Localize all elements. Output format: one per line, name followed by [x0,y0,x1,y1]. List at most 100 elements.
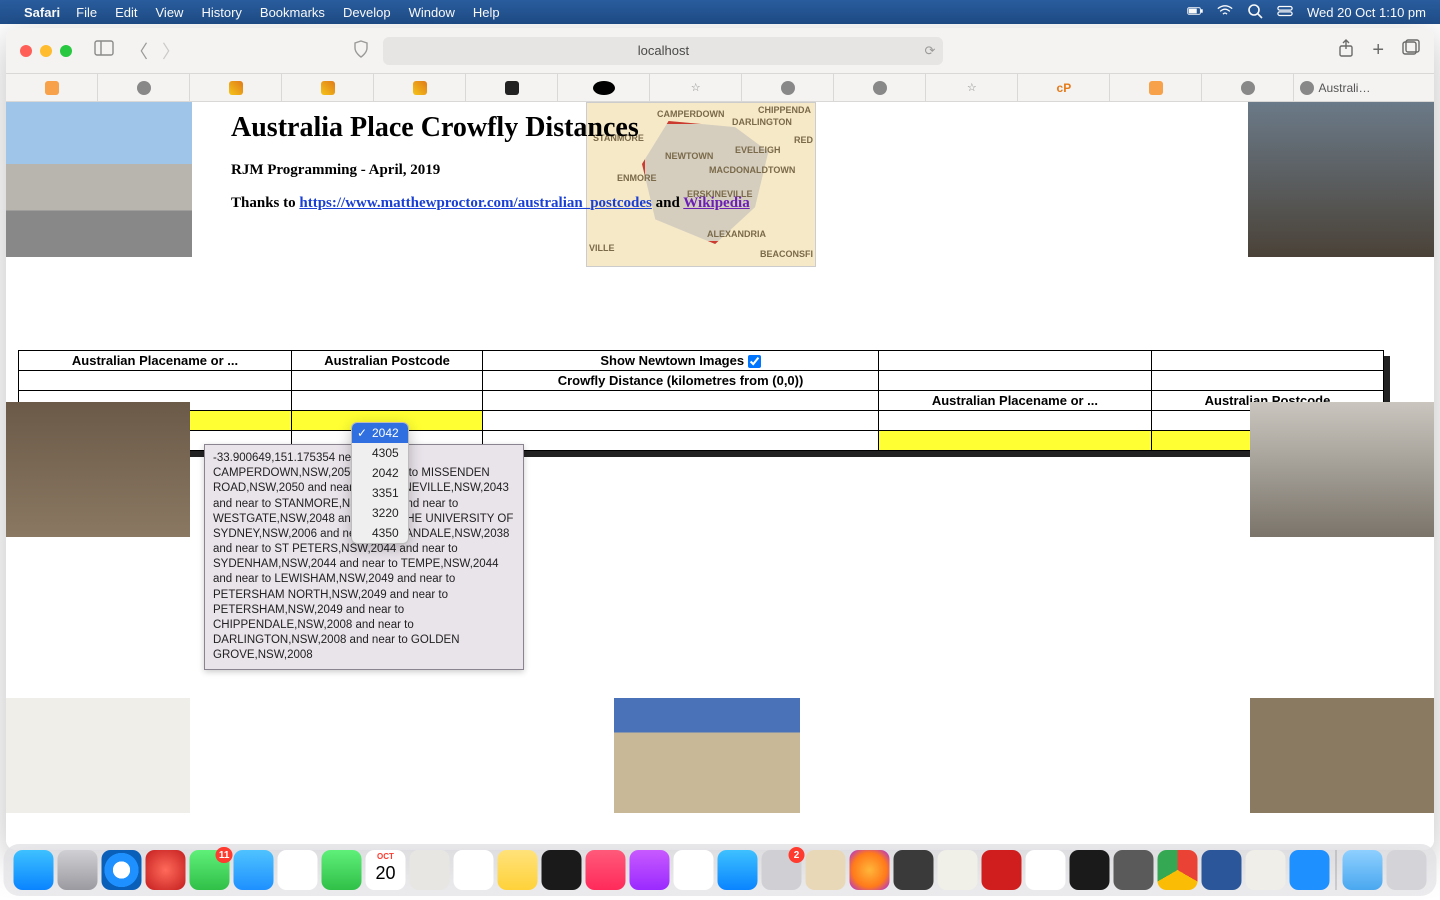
forward-button[interactable]: 〉 [162,38,180,64]
dock-app-appstore[interactable] [718,850,758,890]
new-tab-icon[interactable]: + [1372,39,1384,62]
favorite-11[interactable]: ☆ [926,74,1018,101]
favorite-12[interactable]: cP [1018,74,1110,101]
dock-app-notes[interactable] [498,850,538,890]
dropdown-option[interactable]: 4350 [352,523,408,543]
dock-app-launchpad[interactable] [58,850,98,890]
menu-bookmarks[interactable]: Bookmarks [260,5,325,20]
zoom-window-button[interactable] [60,45,72,57]
dock-app-podcasts[interactable] [630,850,670,890]
favorite-13[interactable] [1110,74,1202,101]
cell-empty [483,391,879,411]
dock-app-safari[interactable] [102,850,142,890]
band-image-right [1250,402,1434,537]
page-title: Australia Place Crowfly Distances [231,112,750,144]
col-postcode-left: Australian Postcode [292,351,483,371]
dock-app-terminal[interactable] [1070,850,1110,890]
dropdown-option[interactable]: 2042 [352,463,408,483]
dock-app-calculator[interactable] [894,850,934,890]
dock-app-opera[interactable] [146,850,186,890]
lower-image-middle [614,698,800,813]
postcode-dropdown[interactable]: 2042 4305 2042 3351 3220 4350 [351,422,409,544]
battery-icon[interactable] [1187,3,1203,22]
dock-app-xcode[interactable] [1290,850,1330,890]
dock-app-settings[interactable]: 2 [762,850,802,890]
spotlight-icon[interactable] [1247,3,1263,22]
favorite-current[interactable]: Australi… [1294,74,1433,101]
dock-app-chrome[interactable] [1158,850,1198,890]
dock-app-mail[interactable] [234,850,274,890]
dock-app-reminders[interactable] [454,850,494,890]
privacy-shield-icon[interactable] [353,40,369,61]
dock-app-facetime[interactable] [322,850,362,890]
active-app-name[interactable]: Safari [24,5,60,20]
dropdown-option[interactable]: 4305 [352,443,408,463]
reload-icon[interactable]: ⟳ [925,43,936,59]
menu-view[interactable]: View [156,5,184,20]
thanks-prefix: Thanks to [231,195,299,211]
dock-app-filezilla[interactable] [982,850,1022,890]
dock-app-textedit[interactable] [938,850,978,890]
sidebar-toggle-icon[interactable] [94,40,114,61]
dock-app-mamp[interactable] [1114,850,1154,890]
dock-app-firefox[interactable] [850,850,890,890]
tab-overview-icon[interactable] [1402,39,1420,62]
wifi-icon[interactable] [1217,3,1233,22]
dock-app-news[interactable] [674,850,714,890]
safari-window: 〈 〉 localhost ⟳ + ☆ ☆ [6,28,1434,850]
dock-app-trash[interactable] [1387,850,1427,890]
control-center-icon[interactable] [1277,3,1293,22]
dropdown-option[interactable]: 3220 [352,503,408,523]
favorite-9[interactable] [742,74,834,101]
favorite-4[interactable] [282,74,374,101]
dock-app-messages[interactable]: 11 [190,850,230,890]
postcodes-link[interactable]: https://www.matthewproctor.com/australia… [299,195,652,211]
dock-app-notepad[interactable] [1246,850,1286,890]
dock-app-contacts[interactable] [410,850,450,890]
dock-app-photos[interactable] [278,850,318,890]
dropdown-option[interactable]: 2042 [352,423,408,443]
menubar-clock[interactable]: Wed 20 Oct 1:10 pm [1307,5,1426,20]
favorite-7[interactable] [558,74,650,101]
wikipedia-link[interactable]: Wikipedia [683,195,749,211]
back-button[interactable]: 〈 [130,38,148,64]
favorite-14[interactable] [1202,74,1294,101]
minimize-window-button[interactable] [40,45,52,57]
macos-dock: 11 OCT20 2 [4,844,1437,896]
macos-menubar: Safari File Edit View History Bookmarks … [0,0,1440,24]
lower-image-left [6,698,190,813]
cell-empty [19,371,292,391]
favorite-10[interactable] [834,74,926,101]
menu-history[interactable]: History [201,5,241,20]
dock-app-folder[interactable] [1343,850,1383,890]
hero-image-right [1248,102,1434,257]
favorite-1[interactable] [6,74,98,101]
menu-edit[interactable]: Edit [115,5,137,20]
favorite-5[interactable] [374,74,466,101]
dock-app-word[interactable] [1202,850,1242,890]
map-label: ALEXANDRIA [707,229,766,239]
menu-develop[interactable]: Develop [343,5,391,20]
dock-app-calendar[interactable]: OCT20 [366,850,406,890]
dropdown-option[interactable]: 3351 [352,483,408,503]
favorite-2[interactable] [98,74,190,101]
col-show-images-label: Show Newtown Images [600,353,744,368]
distance-table-wrap: Australian Placename or ... Australian P… [18,350,1384,451]
dock-app-bold[interactable] [1026,850,1066,890]
menu-file[interactable]: File [76,5,97,20]
favorite-3[interactable] [190,74,282,101]
lower-image-right [1250,698,1434,813]
address-bar[interactable]: localhost ⟳ [383,37,943,65]
favorite-8[interactable]: ☆ [650,74,742,101]
dock-app-palette[interactable] [806,850,846,890]
dock-app-finder[interactable] [14,850,54,890]
favorite-6[interactable] [466,74,558,101]
dock-app-music[interactable] [586,850,626,890]
placename-input-right[interactable] [878,431,1151,451]
menu-window[interactable]: Window [409,5,455,20]
menu-help[interactable]: Help [473,5,500,20]
share-icon[interactable] [1338,39,1354,62]
close-window-button[interactable] [20,45,32,57]
show-images-checkbox[interactable] [748,355,761,368]
dock-app-tv[interactable] [542,850,582,890]
